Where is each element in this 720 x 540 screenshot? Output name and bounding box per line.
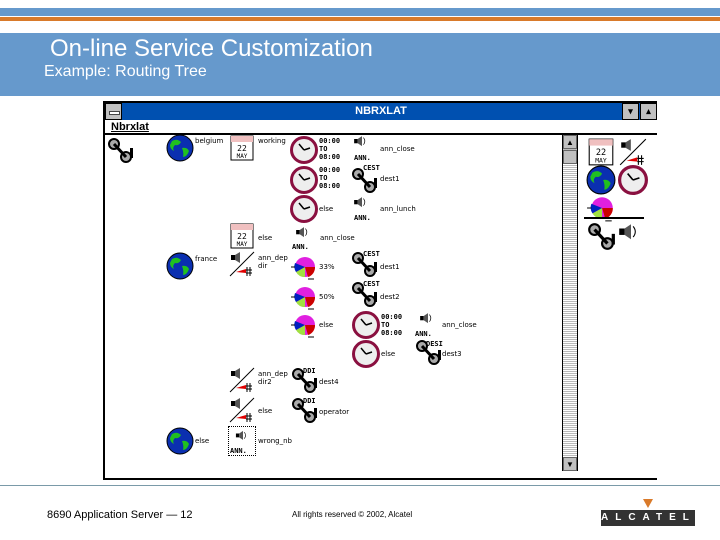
svg-text:MAY: MAY	[237, 153, 248, 160]
speaker-icon	[234, 429, 252, 447]
node-label: ann_close	[320, 234, 355, 242]
footer-divider	[0, 485, 720, 486]
window-title: NBRXLAT	[355, 105, 407, 117]
palette-divider	[584, 217, 644, 219]
svg-text:22: 22	[237, 144, 247, 153]
alcatel-logo-mark	[643, 499, 653, 508]
globe-icon[interactable]	[166, 427, 194, 455]
system-menu-button[interactable]	[105, 103, 122, 120]
node-label: else	[195, 437, 210, 445]
calendar-icon[interactable]: 22 MAY	[228, 134, 256, 162]
ann-tag: ANN.	[354, 154, 371, 162]
phone-tag: CEST	[363, 280, 380, 288]
node-label: ann_close	[442, 321, 477, 329]
menu-nbrxlat[interactable]: Nbrxlat	[111, 121, 149, 133]
globe-icon[interactable]	[166, 252, 194, 280]
svg-text:MAY: MAY	[237, 241, 248, 248]
node-label: wrong_nb	[258, 437, 292, 445]
scroll-thumb[interactable]	[563, 150, 577, 164]
vertical-scrollbar[interactable]: ▲ ▼	[562, 135, 578, 471]
alcatel-logo: ALCATEL	[601, 510, 695, 526]
time-range: 00:00 TO 08:00	[319, 137, 341, 161]
pie-icon[interactable]	[290, 283, 318, 311]
node-label: ann_close	[380, 145, 415, 153]
clock-icon[interactable]	[290, 166, 318, 194]
footer-copyright: All rights reserved © 2002, Alcatel	[292, 510, 413, 519]
node-palette: 22 MAY	[584, 135, 657, 441]
phone-tag: DESI	[426, 340, 443, 348]
node-label: dest4	[319, 378, 339, 386]
clock-icon[interactable]	[352, 311, 380, 339]
footer-page: 8690 Application Server — 12	[47, 509, 193, 521]
node-label: dir	[258, 262, 268, 270]
calendar-icon[interactable]: 22 MAY	[228, 222, 256, 250]
speaker-icon[interactable]	[352, 195, 372, 215]
node-label: ann_lunch	[380, 205, 416, 213]
node-label: 50%	[319, 293, 335, 301]
phone-tag: CEST	[363, 164, 380, 172]
node-label: france	[195, 255, 218, 263]
phone-tag: DDI	[303, 367, 316, 375]
speaker-icon[interactable]	[294, 225, 314, 245]
pie-icon[interactable]	[290, 311, 318, 339]
ann-tag: ANN.	[415, 330, 432, 338]
split-icon[interactable]	[228, 366, 256, 394]
clock-icon[interactable]	[290, 195, 318, 223]
maximize-button[interactable]: ▴	[640, 103, 657, 120]
node-label: else	[258, 234, 273, 242]
node-label: else	[319, 205, 334, 213]
node-label: dest1	[380, 263, 400, 271]
speaker-icon[interactable]	[418, 311, 438, 331]
node-label: else	[319, 321, 334, 329]
ann-tag: ANN.	[354, 214, 371, 222]
svg-text:MAY: MAY	[595, 157, 607, 165]
split-icon[interactable]	[228, 250, 256, 278]
node-label: 33%	[319, 263, 335, 271]
phone-tag: DDI	[303, 397, 316, 405]
minimize-button[interactable]: ▾	[622, 103, 639, 120]
ann-tag: ANN.	[292, 243, 309, 251]
clock-icon[interactable]	[352, 340, 380, 368]
globe-icon[interactable]	[166, 134, 194, 162]
slide-title: On-line Service Customization	[50, 35, 373, 62]
root-phone-icon[interactable]	[106, 136, 134, 164]
node-label: dir2	[258, 378, 272, 386]
scroll-up-button[interactable]: ▲	[563, 135, 577, 149]
selected-speaker-node[interactable]: ANN.	[228, 426, 256, 456]
node-label: else	[381, 350, 396, 358]
node-label: operator	[319, 408, 350, 416]
menu-bar: Nbrxlat	[105, 120, 657, 135]
header-accent-line	[0, 17, 720, 21]
node-label: dest3	[442, 350, 462, 358]
node-label: working	[258, 137, 286, 145]
palette-clock-icon[interactable]	[618, 165, 648, 195]
palette-phone-icon[interactable]	[586, 221, 616, 251]
window-titlebar[interactable]: NBRXLAT ▾ ▴	[105, 103, 657, 120]
node-label: ann_dep	[258, 254, 288, 262]
speaker-icon[interactable]	[352, 134, 372, 154]
node-label: else	[258, 407, 273, 415]
time-range: 00:00 TO 08:00	[319, 166, 341, 190]
time-range: 00:00 TO 08:00	[381, 313, 403, 337]
slide-subtitle: Example: Routing Tree	[44, 63, 207, 80]
pie-icon[interactable]	[290, 253, 318, 281]
node-label: belgium	[195, 137, 224, 145]
split-icon[interactable]	[228, 396, 256, 424]
node-label: dest1	[380, 175, 400, 183]
clock-icon[interactable]	[290, 136, 318, 164]
palette-split-icon[interactable]	[618, 137, 648, 167]
node-label: ann_dep	[258, 370, 288, 378]
svg-text:22: 22	[237, 232, 247, 241]
scroll-down-button[interactable]: ▼	[563, 457, 577, 471]
header-band	[0, 8, 720, 16]
palette-globe-icon[interactable]	[586, 165, 616, 195]
node-label: dest2	[380, 293, 400, 301]
palette-calendar-icon[interactable]: 22 MAY	[586, 137, 616, 167]
palette-speaker-icon[interactable]	[616, 221, 646, 251]
slide-header: On-line Service Customization Example: R…	[0, 33, 720, 96]
phone-tag: CEST	[363, 250, 380, 258]
ann-tag: ANN.	[230, 447, 247, 455]
